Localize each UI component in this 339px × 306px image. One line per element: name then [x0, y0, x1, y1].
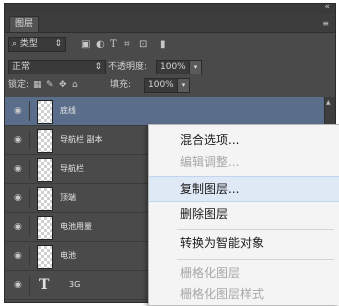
layer-divider: [29, 275, 30, 295]
search-icon: ⌕: [12, 39, 18, 49]
menu-separator: [177, 259, 334, 260]
layer-name: 导航栏 副本: [60, 135, 103, 144]
visibility-eye-icon[interactable]: ◉: [14, 251, 22, 261]
smartobject-filter-icon[interactable]: ⊡: [139, 38, 147, 51]
layer-thumbnail: [37, 158, 53, 182]
scroll-up-icon[interactable]: ▲: [326, 99, 331, 106]
stepper-icon: ⇕: [54, 39, 62, 49]
layer-thumbnail: [37, 216, 53, 240]
lock-all-icon[interactable]: ⌂: [72, 79, 78, 92]
menu-item-blending-options[interactable]: 混合选项...: [149, 128, 339, 152]
text-layer-icon: T: [39, 277, 50, 293]
menu-separator: [177, 229, 334, 230]
menu-item-edit-adjustment[interactable]: 编辑调整...: [149, 150, 339, 174]
layer-divider: [29, 101, 30, 121]
menu-item-rasterize-layer-style[interactable]: 栅格化图层样式: [149, 282, 339, 306]
visibility-eye-icon[interactable]: ◉: [14, 106, 22, 116]
opacity-field[interactable]: 100%: [156, 60, 190, 75]
fill-field[interactable]: 100%: [144, 78, 178, 93]
context-menu: 混合选项... 编辑调整... 复制图层... 删除图层 转换为智能对象 栅格化…: [148, 124, 339, 305]
lock-transparent-icon[interactable]: ▦: [33, 79, 42, 92]
image-filter-icon[interactable]: ▣: [81, 38, 90, 51]
layer-name: 底线: [60, 106, 76, 115]
fill-dropdown-arrow[interactable]: ▾: [177, 78, 190, 93]
layer-name: 导航栏: [60, 164, 84, 173]
layer-name: 电池: [60, 251, 76, 260]
layer-divider: [29, 130, 30, 150]
visibility-eye-icon[interactable]: ◉: [14, 193, 22, 203]
lock-paint-icon[interactable]: ✎: [46, 79, 54, 92]
layer-name: 电池用量: [60, 222, 92, 231]
layer-name: 顶端: [60, 193, 76, 202]
menu-item-convert-to-smart-object[interactable]: 转换为智能对象: [149, 231, 339, 255]
layer-divider: [29, 217, 30, 237]
filter-type-select[interactable]: ⌕ 类型 ⇕: [8, 37, 66, 52]
menu-item-delete-layer[interactable]: 删除图层: [149, 202, 339, 226]
layer-name: 3G: [69, 280, 81, 289]
visibility-eye-icon[interactable]: ◉: [14, 164, 22, 174]
visibility-eye-icon[interactable]: ◉: [14, 280, 22, 290]
opacity-dropdown-arrow[interactable]: ▾: [189, 60, 202, 75]
lock-label: 锁定:: [8, 80, 30, 90]
tab-layers[interactable]: 图层: [9, 16, 40, 32]
layer-divider: [29, 246, 30, 266]
lock-row: 锁定: ▦ ✎ ✥ ⌂ 填充: 100% ▾: [5, 74, 335, 98]
panel-top-strip: «: [5, 4, 335, 13]
filter-row: ⌕ 类型 ⇕ ▣ ◐ T ⌗ ⊡ ▮: [5, 33, 335, 57]
filter-toggle-icon[interactable]: ▮: [160, 38, 166, 51]
visibility-eye-icon[interactable]: ◉: [14, 135, 22, 145]
layer-divider: [29, 159, 30, 179]
panel-menu-icon[interactable]: ≡: [322, 19, 329, 28]
lock-position-icon[interactable]: ✥: [59, 79, 67, 92]
collapse-panel-button[interactable]: «: [324, 4, 329, 12]
fill-label: 填充:: [110, 80, 132, 90]
layer-divider: [29, 188, 30, 208]
adjustment-filter-icon[interactable]: ◐: [96, 38, 105, 51]
shape-filter-icon[interactable]: ⌗: [124, 38, 130, 51]
layer-thumbnail: [37, 187, 53, 211]
layer-thumbnail: [37, 245, 53, 269]
layer-thumbnail: [37, 100, 53, 124]
text-filter-icon[interactable]: T: [110, 38, 117, 51]
blend-mode-value: 正常: [12, 62, 31, 72]
visibility-eye-icon[interactable]: ◉: [14, 222, 22, 232]
layer-row[interactable]: ◉ 底线: [5, 97, 325, 126]
stepper-icon: ⇕: [94, 62, 102, 72]
filter-type-value: 类型: [19, 39, 38, 49]
opacity-label: 不透明度:: [108, 62, 148, 72]
menu-item-duplicate-layer[interactable]: 复制图层...: [149, 176, 339, 202]
blend-mode-select[interactable]: 正常 ⇕: [8, 60, 106, 75]
panel-tab-bar: 图层 ≡: [5, 13, 335, 33]
layer-thumbnail: [37, 129, 53, 153]
